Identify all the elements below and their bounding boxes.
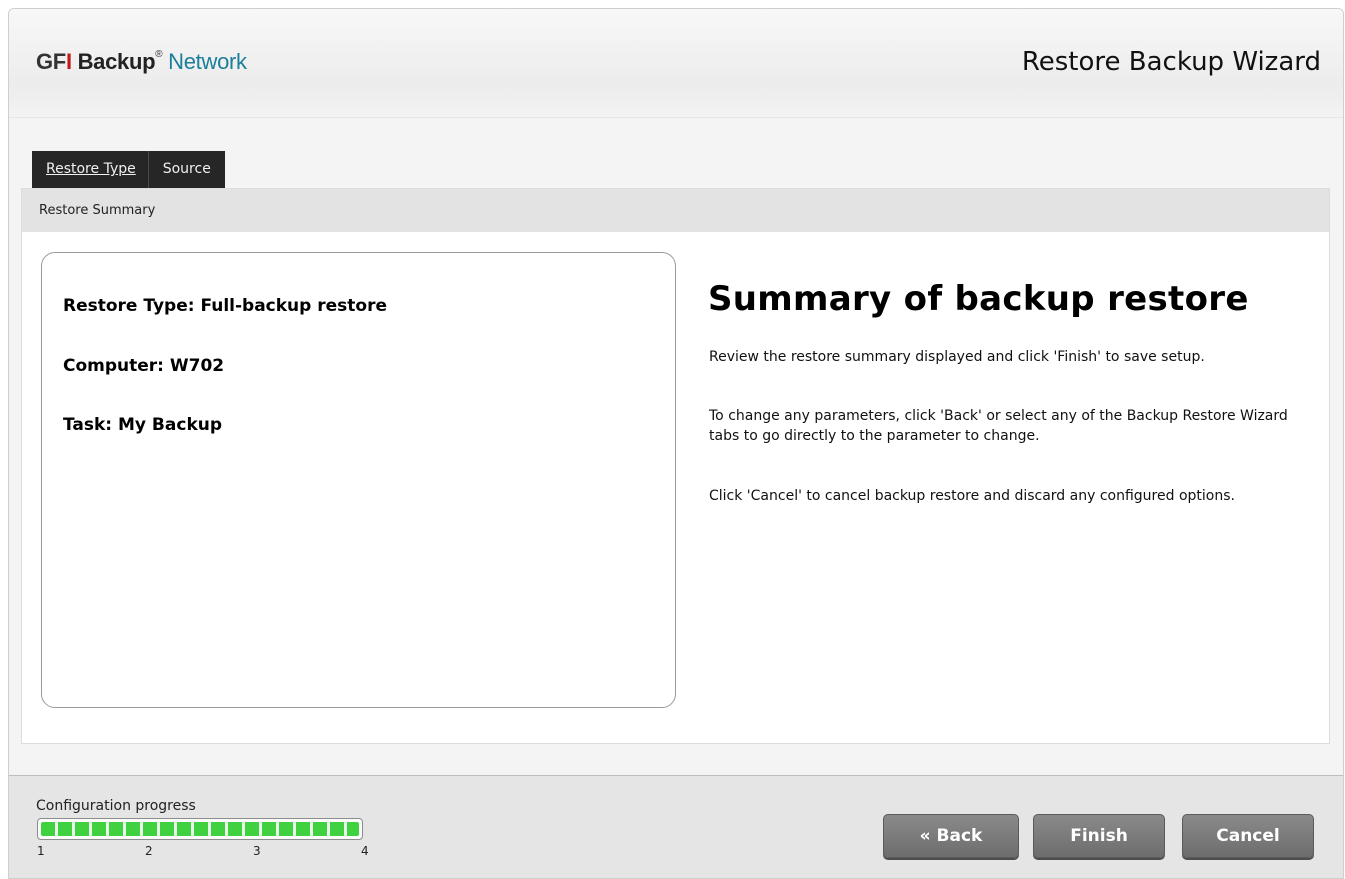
gfi-backup-network-logo: GFI Backup® Network — [36, 49, 247, 75]
summary-computer: Computer: W702 — [63, 356, 225, 376]
progress-step-2: 2 — [145, 844, 153, 858]
tab-restore-type[interactable]: Restore Type — [32, 151, 149, 188]
progress-bar — [37, 818, 363, 840]
progress-step-1: 1 — [37, 844, 45, 858]
help-paragraph-cancel: Click 'Cancel' to cancel backup restore … — [709, 488, 1235, 504]
cancel-button[interactable]: Cancel — [1182, 814, 1314, 858]
help-title: Summary of backup restore — [708, 279, 1249, 319]
logo-backup: Backup — [77, 49, 156, 74]
wizard-tabs: Restore Type Source — [32, 151, 225, 188]
summary-task: Task: My Backup — [63, 415, 223, 435]
back-button[interactable]: « Back — [883, 814, 1019, 858]
logo-network: Network — [168, 49, 247, 74]
finish-button[interactable]: Finish — [1033, 814, 1165, 858]
progress-label: Configuration progress — [36, 798, 196, 814]
main-content: Restore Summary Restore Type: Full-backu… — [21, 188, 1330, 744]
logo-gfi: GF — [36, 49, 66, 74]
help-paragraph-change: To change any parameters, click 'Back' o… — [709, 408, 1288, 444]
progress-step-4: 4 — [361, 844, 369, 858]
wizard-window: GFI Backup® Network Restore Backup Wizar… — [8, 8, 1344, 879]
progress-fill — [41, 822, 359, 836]
footer: Configuration progress 1 2 3 4 « Back Fi… — [9, 775, 1343, 878]
progress-step-3: 3 — [253, 844, 261, 858]
logo-gfi-i: I — [65, 49, 72, 74]
logo-trademark: ® — [155, 49, 163, 60]
wizard-title: Restore Backup Wizard — [1021, 47, 1321, 77]
help-paragraph-review: Review the restore summary displayed and… — [709, 349, 1205, 365]
header: GFI Backup® Network Restore Backup Wizar… — [9, 9, 1343, 118]
breadcrumb: Restore Summary — [22, 189, 1329, 232]
summary-restore-type: Restore Type: Full-backup restore — [63, 296, 387, 316]
tab-source[interactable]: Source — [149, 151, 225, 188]
summary-panel: Restore Type: Full-backup restore Comput… — [41, 252, 676, 708]
